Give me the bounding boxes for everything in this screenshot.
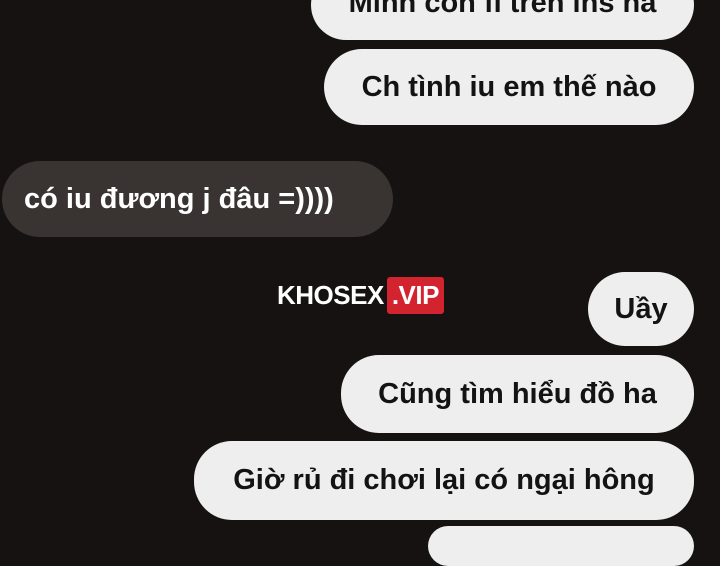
message-incoming[interactable]: có iu đương j đâu =)))) — [2, 161, 393, 237]
message-text: Giờ rủ đi chơi lại có ngại hông — [233, 464, 655, 496]
message-text: có iu đương j đâu =)))) — [24, 182, 334, 215]
watermark-text: KHOSEX — [277, 280, 384, 310]
message-outgoing[interactable] — [428, 526, 694, 566]
message-text: Mình còn fi trên ins hả — [348, 0, 657, 19]
message-text: Cũng tìm hiểu đồ ha — [378, 377, 657, 410]
message-outgoing[interactable]: Ch tình iu em thế nào — [324, 49, 694, 125]
message-outgoing[interactable]: Giờ rủ đi chơi lại có ngại hông — [194, 441, 694, 520]
watermark-badge: .VIP — [386, 277, 444, 314]
message-outgoing[interactable]: Uầy — [588, 272, 694, 346]
message-text: Ch tình iu em thế nào — [361, 70, 657, 103]
message-outgoing[interactable]: Cũng tìm hiểu đồ ha — [341, 355, 694, 433]
message-text: Uầy — [614, 292, 668, 325]
watermark-logo: KHOSEX .VIP — [277, 277, 444, 314]
message-outgoing[interactable]: Mình còn fi trên ins hả — [311, 0, 694, 40]
